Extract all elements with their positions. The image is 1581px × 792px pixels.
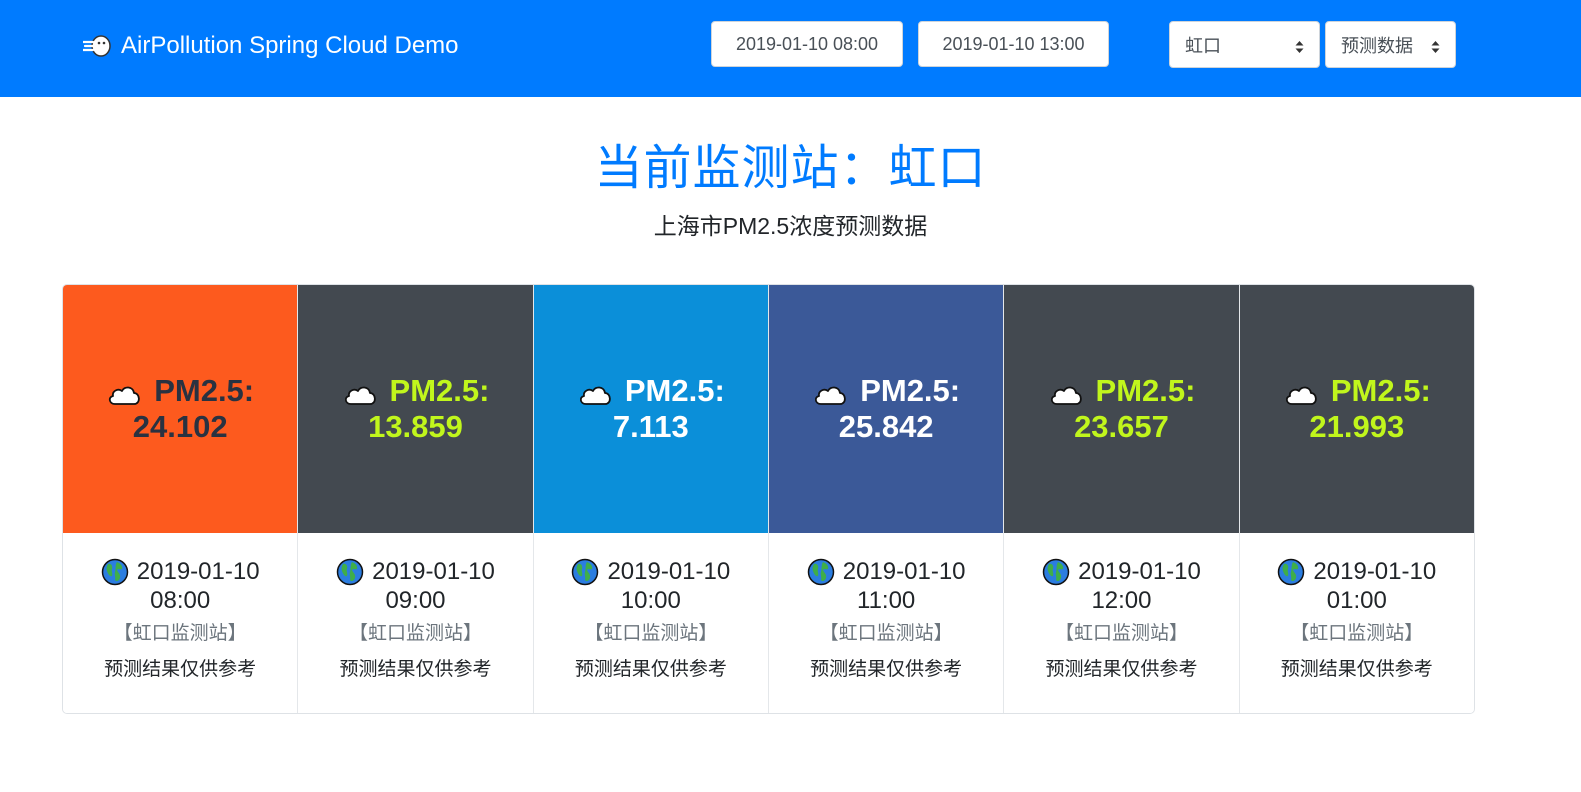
forecast-card: PM2.5: 13.859 2019-01-10 09:00 【虹口监测站】 预… <box>297 285 533 713</box>
card-info: 2019-01-10 12:00 【虹口监测站】 预测结果仅供参考 <box>1004 533 1239 713</box>
pm-label: PM2.5: <box>1330 373 1431 408</box>
station-select[interactable]: 虹口 <box>1169 21 1320 68</box>
pm-panel: PM2.5: 25.842 <box>768 285 1004 533</box>
globe-icon <box>336 558 364 586</box>
start-time-input[interactable] <box>711 21 903 67</box>
forecast-note: 预测结果仅供参考 <box>104 659 257 680</box>
title-area: 当前监测站：虹口 上海市PM2.5浓度预测数据 <box>0 138 1581 242</box>
pm-value: 23.657 <box>1074 409 1169 444</box>
page-title: 当前监测站：虹口 <box>594 142 987 195</box>
pm-panel: PM2.5: 7.113 <box>533 285 768 533</box>
sort-arrows-icon <box>1295 38 1304 53</box>
forecast-card: PM2.5: 24.102 2019-01-10 08:00 【虹口监测站】 预… <box>63 285 298 713</box>
card-info: 2019-01-10 10:00 【虹口监测站】 预测结果仅供参考 <box>533 533 768 713</box>
forecast-note: 预测结果仅供参考 <box>1280 659 1433 680</box>
mode-select-value: 预测数据 <box>1341 35 1413 56</box>
pm-label: PM2.5: <box>624 373 725 408</box>
card-info: 2019-01-10 01:00 【虹口监测站】 预测结果仅供参考 <box>1239 533 1474 713</box>
globe-icon <box>571 558 599 586</box>
cloud-icon <box>577 379 613 405</box>
card-info: 2019-01-10 08:00 【虹口监测站】 预测结果仅供参考 <box>63 533 298 713</box>
cloud-icon <box>812 379 848 405</box>
forecast-note: 预测结果仅供参考 <box>574 659 727 680</box>
forecast-card: PM2.5: 25.842 2019-01-10 11:00 【虹口监测站】 预… <box>767 285 1004 713</box>
brand-text: AirPollution Spring Cloud Demo <box>121 32 459 59</box>
forecast-card: PM2.5: 7.113 2019-01-10 10:00 【虹口监测站】 预测… <box>532 285 768 713</box>
forecast-hour: 10:00 <box>620 587 681 614</box>
pm-panel: PM2.5: 21.993 <box>1239 285 1474 533</box>
forecast-date: 2019-01-10 <box>1078 558 1201 585</box>
pm-label: PM2.5: <box>154 373 255 408</box>
forecast-note: 预测结果仅供参考 <box>1045 659 1198 680</box>
sort-arrows-icon <box>1431 38 1440 53</box>
globe-icon <box>101 558 129 586</box>
forecast-note: 预测结果仅供参考 <box>339 659 492 680</box>
pm-value: 13.859 <box>368 409 463 444</box>
forecast-hour: 08:00 <box>150 587 211 614</box>
forecast-card-deck: PM2.5: 24.102 2019-01-10 08:00 【虹口监测站】 预… <box>62 284 1475 714</box>
globe-icon <box>1277 558 1305 586</box>
station-name: 【虹口监测站】 <box>113 623 247 644</box>
brand-link[interactable]: AirPollution Spring Cloud Demo <box>81 28 459 64</box>
forecast-card: PM2.5: 21.993 2019-01-10 01:00 【虹口监测站】 预… <box>1238 285 1474 713</box>
cloud-icon <box>1048 379 1084 405</box>
pm-value: 7.113 <box>612 409 689 444</box>
station-name: 【虹口监测站】 <box>1290 623 1424 644</box>
pm-panel: PM2.5: 13.859 <box>298 285 533 533</box>
forecast-date: 2019-01-10 <box>607 558 731 585</box>
card-info: 2019-01-10 11:00 【虹口监测站】 预测结果仅供参考 <box>768 533 1004 713</box>
forecast-note: 预测结果仅供参考 <box>810 659 963 680</box>
top-navbar: AirPollution Spring Cloud Demo 虹口 预测数据 <box>0 0 1581 97</box>
station-name: 【虹口监测站】 <box>348 623 482 644</box>
globe-icon <box>807 558 835 586</box>
forecast-date: 2019-01-10 <box>1313 558 1437 585</box>
forecast-card: PM2.5: 23.657 2019-01-10 12:00 【虹口监测站】 预… <box>1003 285 1239 713</box>
forecast-date: 2019-01-10 <box>136 558 260 585</box>
pm-value: 24.102 <box>132 409 228 444</box>
pm-panel: PM2.5: 23.657 <box>1004 285 1239 533</box>
cloud-icon <box>1283 379 1319 405</box>
forecast-hour: 12:00 <box>1091 587 1152 614</box>
pm-label: PM2.5: <box>1095 373 1196 408</box>
station-name: 【虹口监测站】 <box>584 623 718 644</box>
station-name: 【虹口监测站】 <box>819 623 953 644</box>
forecast-hour: 01:00 <box>1326 587 1387 614</box>
card-info: 2019-01-10 09:00 【虹口监测站】 预测结果仅供参考 <box>298 533 533 713</box>
cloud-icon <box>106 379 142 405</box>
page-subtitle: 上海市PM2.5浓度预测数据 <box>653 213 928 239</box>
forecast-hour: 11:00 <box>857 587 916 614</box>
pm-label: PM2.5: <box>860 373 961 408</box>
pm-value: 21.993 <box>1309 409 1405 444</box>
wind-face-icon <box>81 34 111 58</box>
pm-value: 25.842 <box>838 409 934 444</box>
cloud-icon <box>342 379 378 405</box>
end-time-input[interactable] <box>918 21 1109 67</box>
globe-icon <box>1042 558 1070 586</box>
station-name: 【虹口监测站】 <box>1054 623 1188 644</box>
forecast-date: 2019-01-10 <box>842 558 966 585</box>
station-select-value: 虹口 <box>1185 35 1221 56</box>
pm-label: PM2.5: <box>389 373 490 408</box>
forecast-hour: 09:00 <box>385 587 446 614</box>
mode-select[interactable]: 预测数据 <box>1325 21 1456 68</box>
pm-panel: PM2.5: 24.102 <box>63 285 298 533</box>
forecast-date: 2019-01-10 <box>372 558 495 585</box>
